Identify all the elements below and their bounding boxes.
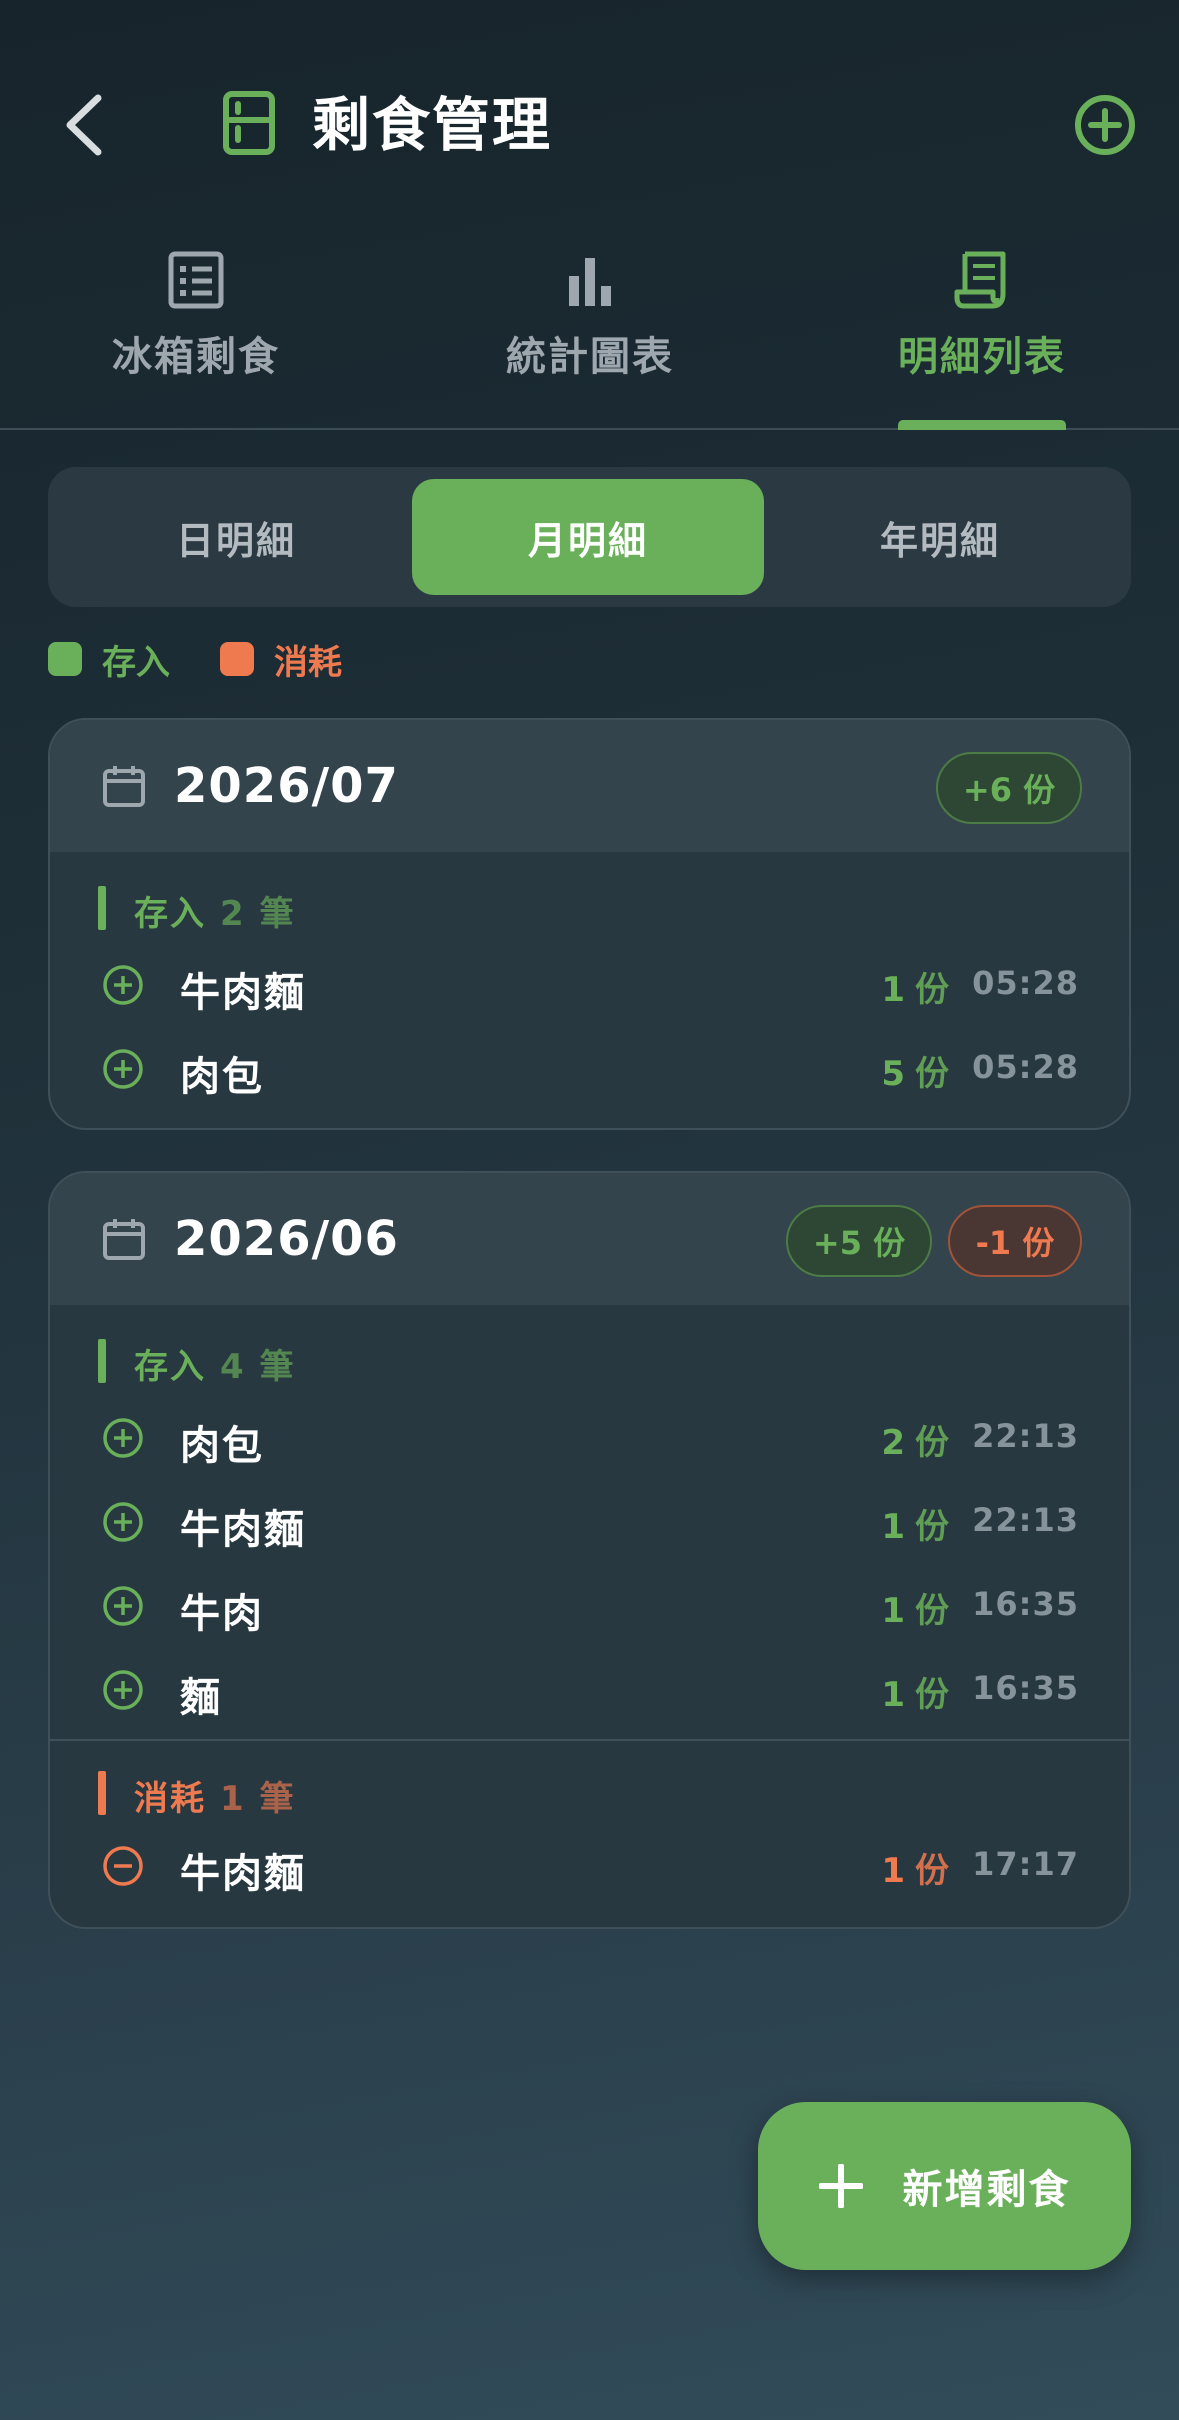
section-bar <box>98 1339 106 1383</box>
segment-monthly[interactable]: 月明細 <box>412 479 764 595</box>
item-name: 肉包 <box>180 1423 264 1469</box>
list-item[interactable]: 牛肉麵 1份 17:17 <box>50 1825 1129 1909</box>
item-time: 05:28 <box>972 964 1079 1002</box>
month-card-header: 2026/07 +6 份 <box>50 720 1129 852</box>
legend: 存入 消耗 <box>48 636 392 683</box>
tab-fridge-leftovers[interactable]: 冰箱剩食 <box>46 250 346 430</box>
item-quantity: 1份 <box>881 1675 949 1715</box>
section-bar <box>98 886 106 930</box>
add-leftover-label: 新增剩食 <box>902 2167 1071 2213</box>
chevron-left-icon <box>66 94 102 156</box>
list-item[interactable]: 肉包 5份 05:28 <box>50 1028 1129 1112</box>
item-quantity: 5份 <box>881 1054 949 1094</box>
in-total-badge: +6 份 <box>936 752 1082 824</box>
list-item[interactable]: 牛肉 1份 16:35 <box>50 1565 1129 1649</box>
month-card: 2026/06 +5 份 -1 份 存入 4 筆 肉包 2份 22:13 牛肉麵 … <box>48 1171 1131 1929</box>
item-time: 05:28 <box>972 1048 1079 1086</box>
section-header-in: 存入 4 筆 <box>50 1305 1129 1397</box>
month-card-header: 2026/06 +5 份 -1 份 <box>50 1173 1129 1305</box>
fridge-icon <box>223 91 275 155</box>
section-label: 消耗 1 筆 <box>134 1779 296 1819</box>
legend-swatch-in <box>48 642 82 676</box>
plus-circle-icon <box>103 1502 143 1542</box>
item-name: 牛肉麵 <box>180 1507 306 1553</box>
page-title: 剩食管理 <box>312 91 553 159</box>
tab-label: 冰箱剩食 <box>112 334 280 380</box>
legend-label-out: 消耗 <box>274 642 342 683</box>
calendar-icon <box>103 1219 145 1260</box>
item-time: 16:35 <box>972 1669 1079 1707</box>
item-quantity: 1份 <box>881 1851 949 1891</box>
item-quantity: 1份 <box>881 1507 949 1547</box>
item-quantity: 1份 <box>881 970 949 1010</box>
section-header-out: 消耗 1 筆 <box>50 1741 1129 1825</box>
calendar-icon <box>103 766 145 807</box>
section-label: 存入 4 筆 <box>134 1347 296 1387</box>
segment-yearly[interactable]: 年明細 <box>764 479 1116 595</box>
item-time: 17:17 <box>972 1845 1079 1883</box>
list-item[interactable]: 牛肉麵 1份 22:13 <box>50 1481 1129 1565</box>
section-header-in: 存入 2 筆 <box>50 852 1129 944</box>
item-name: 牛肉 <box>180 1591 264 1637</box>
item-name: 牛肉麵 <box>180 970 306 1016</box>
back-button[interactable] <box>48 80 120 170</box>
receipt-icon <box>954 251 1006 309</box>
active-tab-indicator <box>898 420 1066 430</box>
list-item[interactable]: 麵 1份 16:35 <box>50 1649 1129 1733</box>
in-total-badge: +5 份 <box>786 1205 932 1277</box>
plus-circle-icon <box>103 1586 143 1626</box>
plus-circle-icon[interactable] <box>1074 94 1136 156</box>
item-quantity: 1份 <box>881 1591 949 1631</box>
add-leftover-button[interactable]: 新增剩食 <box>758 2102 1131 2270</box>
bar-chart-icon <box>569 258 611 306</box>
tab-details[interactable]: 明細列表 <box>832 250 1132 430</box>
tab-label: 統計圖表 <box>506 334 674 380</box>
month-card: 2026/07 +6 份 存入 2 筆 牛肉麵 1份 05:28 肉包 5份 05… <box>48 718 1131 1130</box>
list-icon <box>168 251 224 309</box>
item-time: 16:35 <box>972 1585 1079 1623</box>
item-name: 肉包 <box>180 1054 264 1100</box>
item-time: 22:13 <box>972 1417 1079 1455</box>
legend-label-in: 存入 <box>102 642 170 683</box>
plus-circle-icon <box>103 965 143 1005</box>
segment-daily[interactable]: 日明細 <box>60 479 412 595</box>
item-name: 牛肉麵 <box>180 1851 306 1897</box>
section-label: 存入 2 筆 <box>134 894 296 934</box>
tab-statistics[interactable]: 統計圖表 <box>440 250 740 430</box>
month-title: 2026/07 <box>174 758 399 814</box>
month-title: 2026/06 <box>174 1211 399 1267</box>
plus-circle-icon <box>103 1049 143 1089</box>
list-item[interactable]: 牛肉麵 1份 05:28 <box>50 944 1129 1028</box>
item-time: 22:13 <box>972 1501 1079 1539</box>
item-name: 麵 <box>180 1675 222 1721</box>
tab-label: 明細列表 <box>898 334 1066 380</box>
item-quantity: 2份 <box>881 1423 949 1463</box>
plus-icon <box>818 2164 863 2208</box>
minus-circle-icon <box>103 1846 143 1886</box>
period-segmented-control: 日明細 月明細 年明細 <box>48 467 1131 607</box>
list-item[interactable]: 肉包 2份 22:13 <box>50 1397 1129 1481</box>
plus-circle-icon <box>103 1418 143 1458</box>
legend-swatch-out <box>220 642 254 676</box>
section-bar <box>98 1771 106 1815</box>
plus-circle-icon <box>103 1670 143 1710</box>
out-total-badge: -1 份 <box>948 1205 1082 1277</box>
